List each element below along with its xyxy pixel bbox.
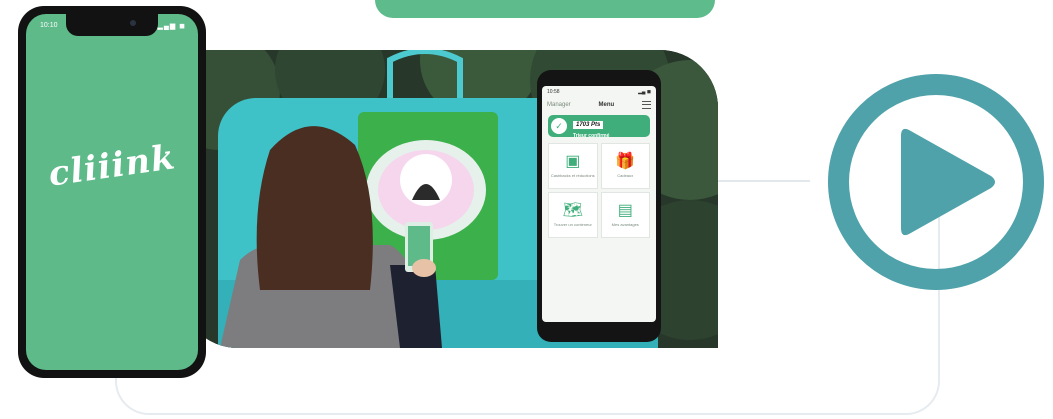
points-card[interactable]: ✓ 1703 Pts Trieur confirmé [548, 115, 650, 139]
phone-notch [66, 14, 158, 36]
camera-icon: ▣ [565, 153, 581, 170]
app-nav: Manager Menu [542, 95, 656, 113]
gift-icon: 🎁 [615, 153, 636, 170]
tile-card[interactable]: ▤ Mes avantages [600, 192, 650, 238]
cliiink-logo: cliiink [46, 137, 178, 195]
tile-gifts[interactable]: 🎁 Cadeaux [600, 143, 650, 189]
status-time: 10:10 [40, 22, 58, 29]
left-phone: 10:10 ▂▄▆ ◼ cliiink [18, 6, 206, 378]
tile-cashback[interactable]: ▣ Cashbacks et réductions [548, 143, 598, 189]
camera-dot [130, 20, 136, 26]
map-icon: 🗺 [562, 202, 583, 219]
menu-title: Menu [598, 102, 615, 108]
shield-icon: ✓ [551, 118, 567, 134]
status-icons: ▂▄ ◼ [638, 89, 651, 95]
status-icons: ▂▄▆ ◼ [157, 23, 186, 30]
hamburger-icon[interactable] [641, 101, 651, 109]
nav-left-link[interactable]: Manager [547, 102, 571, 108]
tile-label: Mes avantages [611, 222, 639, 227]
right-phone-screen: 10:58 ▂▄ ◼ Manager Menu ✓ 1703 Pts Trieu… [542, 86, 656, 322]
tile-label: Cashbacks et réductions [550, 173, 595, 178]
points-value: 1703 Pts [573, 121, 604, 129]
left-phone-screen: 10:10 ▂▄▆ ◼ cliiink [26, 14, 198, 370]
play-icon [901, 128, 995, 236]
right-phone: 10:58 ▂▄ ◼ Manager Menu ✓ 1703 Pts Trieu… [537, 70, 661, 342]
tile-label: Cadeaux [617, 173, 634, 178]
user-status: Trieur confirmé [573, 133, 610, 139]
card-icon: ▤ [617, 202, 633, 219]
tile-map[interactable]: 🗺 Trouver un conteneur [548, 192, 598, 238]
top-tab-decoration [375, 0, 715, 18]
tile-label: Trouver un conteneur [553, 222, 592, 227]
status-bar: 10:58 ▂▄ ◼ [542, 86, 656, 95]
menu-tiles: ▣ Cashbacks et réductions 🎁 Cadeaux 🗺 Tr… [542, 143, 656, 238]
connector-line [715, 180, 810, 182]
status-time: 10:58 [547, 89, 560, 95]
play-button[interactable] [828, 74, 1044, 290]
